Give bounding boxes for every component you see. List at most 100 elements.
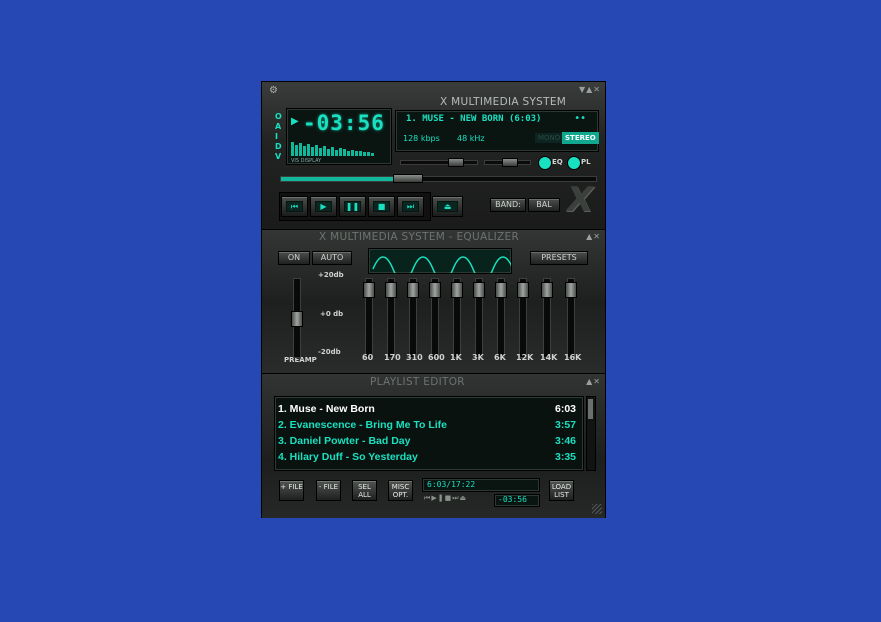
playlist-row[interactable]: 2. Evanescence - Bring Me To Life 3:57	[278, 419, 576, 431]
preamp-knob[interactable]	[291, 311, 303, 327]
main-title: X MULTIMEDIA SYSTEM	[440, 96, 567, 108]
eq-band-slider[interactable]	[429, 278, 441, 358]
mini-time-display[interactable]: -03:56	[494, 494, 540, 507]
pl-toggle-label: PL	[581, 158, 591, 166]
remove-file-button[interactable]: - FILE	[316, 480, 341, 501]
eq-band-slider[interactable]	[385, 278, 397, 358]
time-readout: -03:56	[303, 111, 385, 135]
balance-slider[interactable]	[484, 158, 531, 167]
playlist-row-title: 1. Muse - New Born	[278, 403, 375, 415]
playlist-title: PLAYLIST EDITOR	[370, 376, 465, 388]
menu-icon[interactable]: ⚙	[269, 85, 278, 96]
playlist-row[interactable]: 1. Muse - New Born 6:03	[278, 403, 576, 415]
eq-band-label: 3K	[472, 353, 484, 362]
eq-band-slider[interactable]	[451, 278, 463, 358]
eq-band-knob[interactable]	[517, 282, 529, 298]
pause-icon: ❚❚	[344, 201, 361, 212]
eq-close-icon[interactable]: ✕	[593, 232, 601, 241]
eq-band-knob[interactable]	[541, 282, 553, 298]
misc-options-button[interactable]: MISC OPT.	[388, 480, 413, 501]
main-panel: ⚙ ▼▲✕ X MULTIMEDIA SYSTEM OAIDV ▶ -03:56	[262, 82, 605, 229]
play-icon: ▶	[315, 201, 332, 212]
eq-band-knob[interactable]	[451, 282, 463, 298]
add-file-button[interactable]: + FILE	[279, 480, 304, 501]
track-info-display[interactable]: 1. MUSE - NEW BORN (6:03) •• 128 kbps 48…	[395, 110, 599, 152]
xmms-window: ⚙ ▼▲✕ X MULTIMEDIA SYSTEM OAIDV ▶ -03:56	[262, 82, 605, 518]
mini-transport: ⏮▶❚■⏭⏏	[424, 494, 467, 503]
eq-band-knob[interactable]	[473, 282, 485, 298]
eq-band-slider[interactable]	[541, 278, 553, 358]
stop-button[interactable]: ■	[368, 196, 395, 217]
playlist-row-duration: 6:03	[554, 403, 576, 415]
bal-button[interactable]: BAL	[528, 198, 560, 212]
eq-band-knob[interactable]	[385, 282, 397, 298]
preamp-slider[interactable]	[291, 278, 303, 358]
equalizer-title: X MULTIMEDIA SYSTEM - EQUALIZER	[319, 231, 520, 243]
eq-band-slider[interactable]	[363, 278, 375, 358]
load-list-button[interactable]: LOAD LIST	[549, 480, 574, 501]
pl-close-icon[interactable]: ✕	[593, 377, 601, 386]
mini-next-icon[interactable]: ⏭	[452, 494, 459, 502]
play-button[interactable]: ▶	[310, 196, 337, 217]
playlist-scroll-thumb[interactable]	[588, 399, 593, 419]
mini-eject-icon[interactable]: ⏏	[460, 494, 468, 502]
close-icon[interactable]: ✕	[593, 85, 601, 94]
playlist-time-text: 6:03/17:22	[427, 480, 476, 489]
volume-slider[interactable]	[400, 158, 478, 167]
playlist-row-title: 2. Evanescence - Bring Me To Life	[278, 419, 448, 431]
eq-toggle-label: EQ	[552, 158, 563, 166]
pl-window-buttons: ▲✕	[586, 377, 601, 386]
playlist-row[interactable]: 3. Daniel Powter - Bad Day 3:46	[278, 435, 576, 447]
band-button[interactable]: BAND:	[490, 198, 526, 212]
eq-band-knob[interactable]	[565, 282, 577, 298]
eq-band-knob[interactable]	[429, 282, 441, 298]
pl-toggle[interactable]	[567, 156, 581, 170]
band-label: BAND:	[495, 200, 521, 209]
eq-band-label: 1K	[450, 353, 462, 362]
eq-auto-label: AUTO	[320, 253, 344, 262]
resize-grip[interactable]	[592, 504, 602, 514]
eq-band-slider[interactable]	[565, 278, 577, 358]
eq-band-slider[interactable]	[473, 278, 485, 358]
select-all-button[interactable]: SEL ALL	[352, 480, 377, 501]
previous-icon: ⏮	[286, 201, 303, 212]
db-mid-label: +0 db	[320, 310, 344, 318]
bitrate: 128 kbps	[403, 134, 440, 143]
pause-button[interactable]: ❚❚	[339, 196, 366, 217]
clutterbar[interactable]: OAIDV	[275, 112, 284, 162]
eq-on-label: ON	[287, 253, 301, 262]
add-file-label: + FILE	[280, 483, 303, 491]
eq-band-knob[interactable]	[495, 282, 507, 298]
seek-knob[interactable]	[393, 174, 423, 183]
db-bot-label: -20db	[318, 348, 341, 356]
previous-button[interactable]: ⏮	[281, 196, 308, 217]
presets-button[interactable]: PRESETS	[530, 251, 588, 265]
eq-toggle[interactable]	[538, 156, 552, 170]
seek-bar[interactable]	[280, 174, 597, 183]
stereo-indicator: STEREO	[562, 132, 599, 144]
time-display[interactable]: ▶ -03:56 VIS DISPLAY	[286, 108, 392, 165]
balance-knob[interactable]	[502, 158, 518, 167]
volume-knob[interactable]	[448, 158, 464, 167]
next-button[interactable]: ⏭	[397, 196, 424, 217]
eq-band-slider[interactable]	[517, 278, 529, 358]
misc-options-label: MISC OPT.	[391, 483, 410, 499]
playlist-row-duration: 3:35	[554, 451, 576, 463]
eject-icon: ⏏	[437, 201, 458, 212]
next-icon: ⏭	[402, 201, 419, 212]
eq-band-label: 170	[384, 353, 401, 362]
eq-on-button[interactable]: ON	[278, 251, 310, 265]
playlist-scrollbar[interactable]	[586, 396, 596, 471]
eq-band-slider[interactable]	[407, 278, 419, 358]
mini-pause-icon[interactable]: ❚	[438, 494, 445, 502]
eq-band-knob[interactable]	[407, 282, 419, 298]
eq-band-slider[interactable]	[495, 278, 507, 358]
eq-curve-wave	[372, 256, 514, 282]
eject-button[interactable]: ⏏	[432, 196, 463, 217]
spectrum-visualizer	[291, 139, 387, 156]
eq-auto-button[interactable]: AUTO	[312, 251, 352, 265]
eq-band-knob[interactable]	[363, 282, 375, 298]
eq-band-label: 6K	[494, 353, 506, 362]
play-indicator-icon: ▶	[291, 116, 299, 127]
playlist-row[interactable]: 4. Hilary Duff - So Yesterday 3:35	[278, 451, 576, 463]
